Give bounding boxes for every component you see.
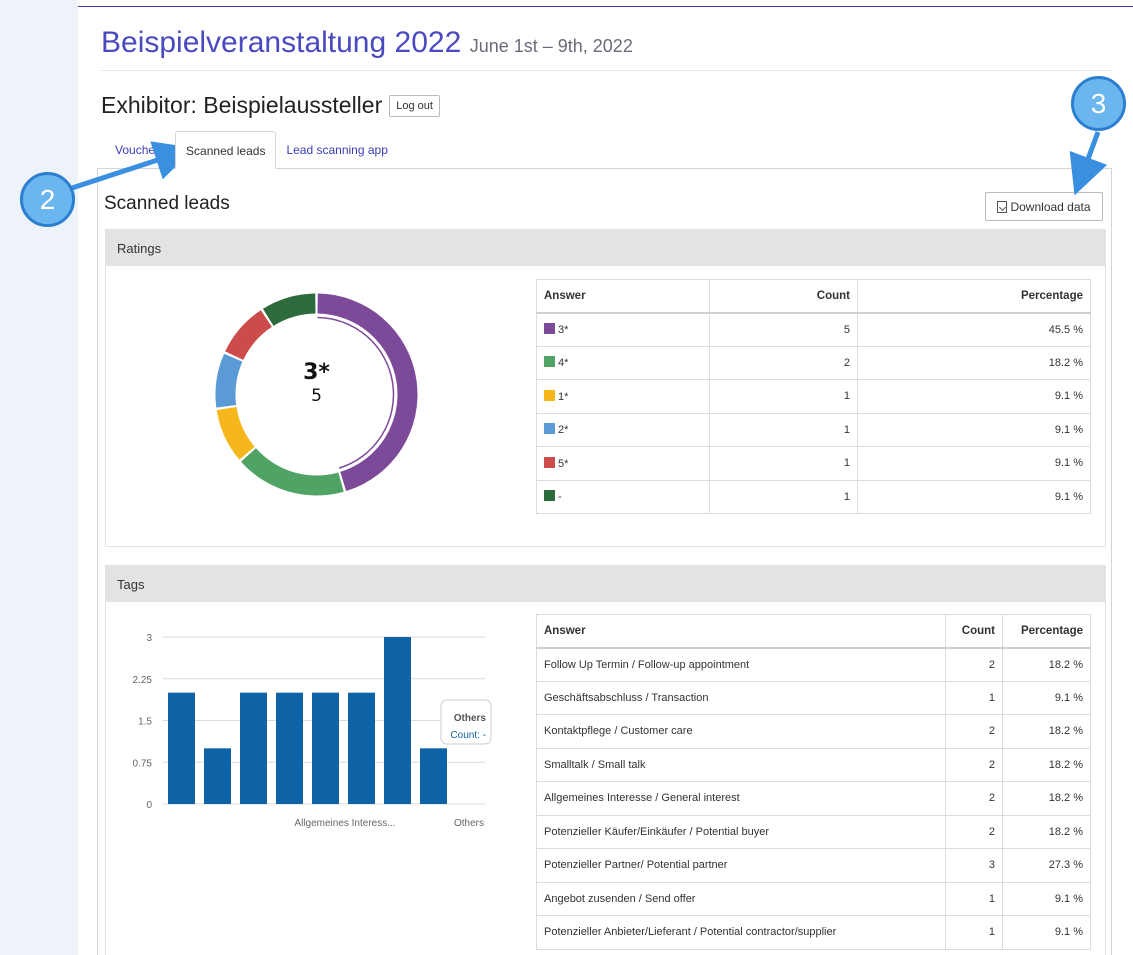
annotation-arrow-3 [1069,131,1108,196]
tab-scanned-leads[interactable]: Scanned leads [175,131,277,169]
annotation-arrow-2 [71,141,195,191]
annotation-badge-2: 2 [20,172,75,227]
annotation-arrows [71,131,1108,196]
annotation-badge-3: 3 [1071,76,1126,131]
